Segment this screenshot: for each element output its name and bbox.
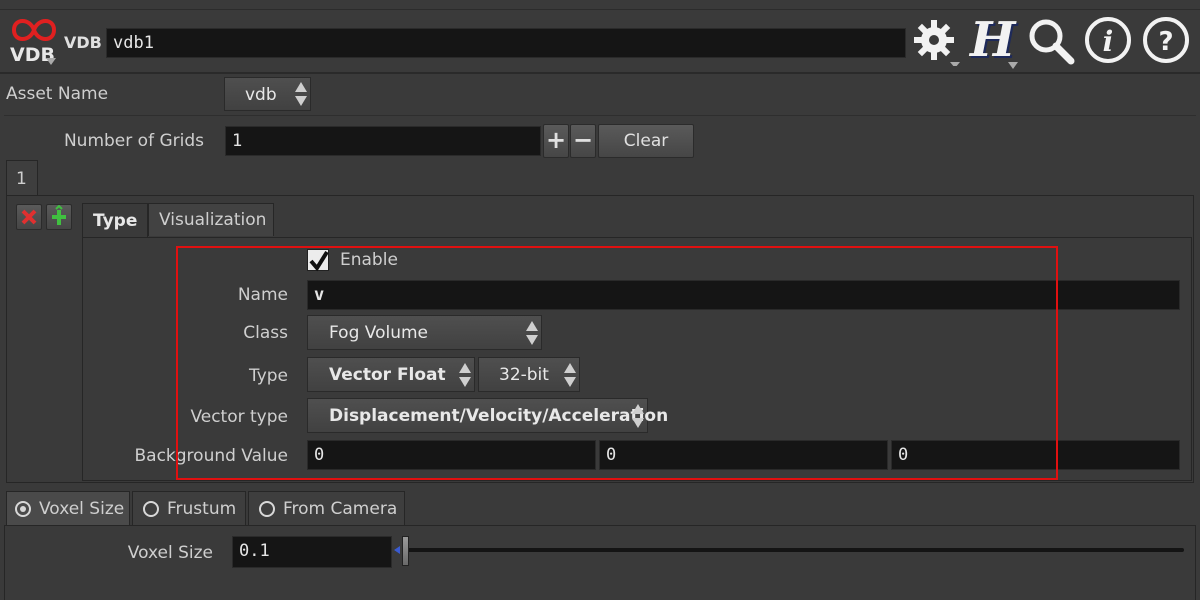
tab-type[interactable]: Type [82,203,148,238]
highlight-box [176,246,1058,480]
asset-name-label: Asset Name [6,84,109,104]
tab-grid-1-label: 1 [16,169,27,189]
svg-text:?: ? [1158,27,1173,57]
tab-from-camera[interactable]: From Camera [248,491,405,526]
houdini-h-icon[interactable]: H [966,12,1020,69]
help-icon[interactable]: ? [1142,16,1190,64]
updown-arrows-icon [295,82,307,106]
section-divider [4,115,1196,116]
dropdown-arrow-icon [46,58,56,65]
tab-visualization-label: Visualization [159,210,267,230]
svg-text:i: i [1103,25,1114,58]
tab-frustum-label: Frustum [167,499,237,519]
asset-name-menu[interactable]: vdb [224,77,311,111]
top-edge [0,0,1200,10]
node-name-input[interactable]: vdb1 [106,28,906,58]
tab-visualization[interactable]: Visualization [148,203,274,236]
close-icon [21,209,37,225]
voxel-size-input[interactable]: 0.1 [232,536,392,568]
number-of-grids-input[interactable]: 1 [225,126,541,156]
voxel-size-label: Voxel Size [127,543,213,563]
asset-name-value: vdb [245,85,277,105]
radio-unselected-icon [259,501,275,517]
remove-instance-button[interactable] [16,204,42,230]
search-icon[interactable] [1026,16,1076,66]
tab-type-label: Type [93,211,138,231]
add-grid-button[interactable]: + [543,124,569,158]
tab-grid-1[interactable]: 1 [6,160,38,196]
voxel-size-slider-handle[interactable] [402,536,409,566]
node-type-label: VDB [64,33,102,52]
header-divider [0,72,1200,74]
voxel-size-slider-track[interactable] [406,548,1184,552]
number-of-grids-label: Number of Grids [63,131,204,151]
slider-marker-icon [394,546,400,554]
tab-voxel-size[interactable]: Voxel Size [6,491,130,526]
radio-selected-icon [15,501,31,517]
clear-button[interactable]: Clear [598,124,694,158]
remove-grid-button[interactable]: − [570,124,596,158]
info-icon[interactable]: i [1084,16,1132,64]
gear-icon[interactable] [912,16,960,66]
tab-voxel-size-label: Voxel Size [39,499,125,519]
tab-frustum[interactable]: Frustum [132,491,246,526]
dropdown-arrow-icon [1008,62,1018,69]
radio-unselected-icon [143,501,159,517]
tab-from-camera-label: From Camera [283,499,398,519]
plus-icon [52,204,66,225]
vdb-node-icon[interactable]: VDB [6,14,62,68]
insert-instance-button[interactable] [46,204,72,230]
